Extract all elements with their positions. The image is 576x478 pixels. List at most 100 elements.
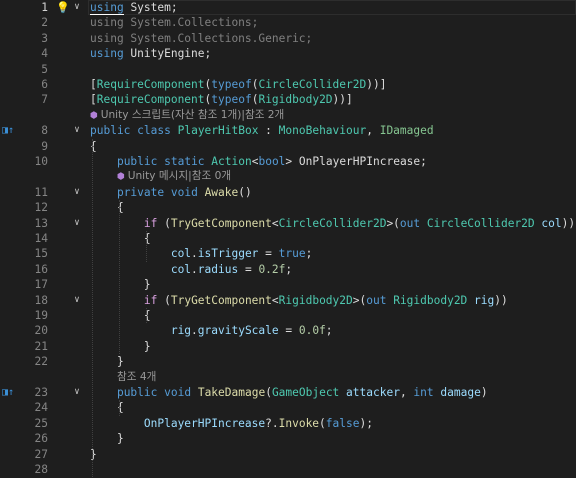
code-text: public class PlayerHitBox : MonoBehaviou… — [90, 124, 434, 138]
code-text: using System.Collections.Generic; — [90, 31, 313, 45]
code-line[interactable]: 28 — [0, 462, 576, 477]
code-line[interactable]: 12 { — [0, 200, 576, 215]
unity-icon: ⬢ — [90, 110, 101, 121]
implementation-icon[interactable]: ◨↑ — [2, 123, 16, 138]
line-number: 11 — [34, 185, 48, 199]
implementation-icon[interactable]: ◨↑ — [2, 385, 16, 400]
code-text: { — [90, 139, 97, 153]
fold-chevron-icon[interactable]: ∨ — [72, 123, 82, 138]
indent-guide — [92, 138, 93, 478]
line-number: 17 — [34, 278, 48, 292]
line-number: 16 — [34, 262, 48, 276]
fold-chevron-icon[interactable]: ∨ — [72, 385, 82, 400]
code-line[interactable]: 2 using System.Collections; — [0, 15, 576, 30]
code-line[interactable]: 17 } — [0, 277, 576, 292]
code-text: col.radius = 0.2f; — [170, 262, 293, 276]
code-line[interactable]: ◨↑ 8 ∨ public class PlayerHitBox : MonoBeha… — [0, 123, 576, 138]
code-text: rig.gravityScale = 0.0f; — [170, 324, 333, 338]
code-line[interactable]: 6 [RequireComponent(typeof(CircleCollider… — [0, 77, 576, 92]
code-line[interactable]: 15 col.isTrigger = true; — [0, 246, 576, 261]
line-number: 25 — [34, 416, 48, 430]
indent-guide — [146, 231, 147, 262]
fold-chevron-icon[interactable]: ∨ — [72, 293, 82, 308]
line-number: 23 — [34, 386, 48, 399]
line-number: 10 — [34, 155, 48, 168]
codelens-hint[interactable]: ⬢ Unity 메시지|참조 0개 — [117, 169, 231, 185]
codelens-row: 참조 4개 — [0, 370, 576, 385]
line-number: 14 — [34, 232, 48, 245]
code-text: } — [143, 278, 151, 292]
line-number: 9 — [41, 139, 48, 153]
code-line[interactable]: 4 using UnityEngine; — [0, 46, 576, 61]
indent-guide — [119, 200, 120, 355]
code-line[interactable]: 16 col.radius = 0.2f; — [0, 262, 576, 277]
code-line[interactable]: 19 { — [0, 308, 576, 323]
line-number: 3 — [41, 31, 48, 45]
code-line[interactable]: 14 { — [0, 231, 576, 246]
codelens-text: Unity 스크립트(자산 참조 1개)|참조 2개 — [100, 108, 285, 121]
line-number: 20 — [34, 324, 48, 338]
indent-guide — [119, 400, 120, 416]
line-number: 8 — [41, 124, 48, 138]
line-number: 26 — [34, 432, 48, 446]
code-line[interactable]: 7 [RequireComponent(typeof(Rigidbody2D))] — [0, 92, 576, 107]
line-number: 19 — [34, 309, 48, 322]
code-line[interactable]: 13 ∨ if (TryGetComponent<CircleCollider2D… — [0, 216, 576, 231]
code-line[interactable]: 25 OnPlayerHPIncrease?.Invoke(false); — [0, 416, 576, 431]
code-line[interactable]: ◨↑ 23 ∨ public void TakeDamage(GameObject … — [0, 385, 576, 400]
code-line[interactable]: 5 — [0, 62, 576, 77]
code-line[interactable]: 💡 1 ∨ using System; — [0, 0, 576, 15]
line-number: 21 — [34, 339, 48, 353]
code-text: { — [143, 232, 151, 245]
codelens-text: Unity 메시지|참조 0개 — [127, 170, 232, 183]
code-text: if (TryGetComponent<Rigidbody2D>(out Rig… — [143, 293, 508, 307]
code-line[interactable]: 9{ — [0, 139, 576, 154]
code-text: using UnityEngine; — [90, 47, 212, 61]
line-number: 18 — [34, 293, 48, 307]
unity-icon: ⬢ — [117, 172, 128, 183]
fold-chevron-icon[interactable]: ∨ — [72, 0, 82, 15]
line-number: 2 — [41, 16, 48, 30]
code-line[interactable]: 27} — [0, 447, 576, 462]
codelens-hint[interactable]: 참조 4개 — [117, 370, 156, 385]
line-number: 4 — [41, 47, 48, 61]
line-number: 6 — [41, 78, 48, 91]
indent-guide — [146, 308, 147, 324]
code-text: [RequireComponent(typeof(CircleCollider2… — [90, 78, 387, 91]
code-text: { — [143, 309, 151, 322]
code-text: public void TakeDamage(GameObject attack… — [116, 386, 488, 399]
code-text: } — [116, 355, 124, 369]
code-line[interactable]: 20 rig.gravityScale = 0.0f; — [0, 323, 576, 338]
codelens-row: ⬢ Unity 스크립트(자산 참조 1개)|참조 2개 — [0, 108, 576, 123]
code-text: } — [116, 432, 124, 446]
code-text: using System; — [90, 1, 178, 15]
line-number: 24 — [34, 401, 48, 415]
fold-chevron-icon[interactable]: ∨ — [72, 185, 82, 200]
codelens-text: 참조 4개 — [117, 370, 157, 383]
code-line[interactable]: 21 } — [0, 339, 576, 354]
code-line[interactable]: 3 using System.Collections.Generic; — [0, 31, 576, 46]
line-number: 7 — [41, 93, 48, 107]
line-number: 1 — [41, 1, 48, 14]
code-editor[interactable]: 💡 1 ∨ using System; 2 using System.Collection… — [0, 0, 576, 478]
code-line[interactable]: 18 ∨ if (TryGetComponent<Rigidbody2D>(out… — [0, 293, 576, 308]
code-line[interactable]: 24 { — [0, 400, 576, 415]
code-line[interactable]: 11 ∨ private void Awake() — [0, 185, 576, 200]
code-line[interactable]: 22 } — [0, 354, 576, 369]
line-number: 13 — [34, 216, 48, 230]
codelens-hint[interactable]: ⬢ Unity 스크립트(자산 참조 1개)|참조 2개 — [90, 108, 284, 124]
lightbulb-icon[interactable]: 💡 — [56, 0, 70, 15]
fold-chevron-icon[interactable]: ∨ — [72, 216, 82, 231]
code-text: } — [143, 339, 151, 353]
code-text: [RequireComponent(typeof(Rigidbody2D))] — [90, 93, 353, 107]
code-text: OnPlayerHPIncrease?.Invoke(false); — [143, 416, 373, 430]
line-number: 27 — [34, 447, 48, 461]
code-text: private void Awake() — [116, 185, 252, 199]
code-line[interactable]: 10 public static Action<bool> OnPlayerHP… — [0, 154, 576, 169]
line-number: 12 — [34, 201, 48, 215]
code-text: col.isTrigger = true; — [170, 247, 313, 261]
code-line[interactable]: 26 } — [0, 431, 576, 446]
line-number: 15 — [34, 247, 48, 261]
code-text: using System.Collections; — [90, 16, 259, 30]
code-text: public static Action<bool> OnPlayerHPInc… — [116, 155, 427, 168]
